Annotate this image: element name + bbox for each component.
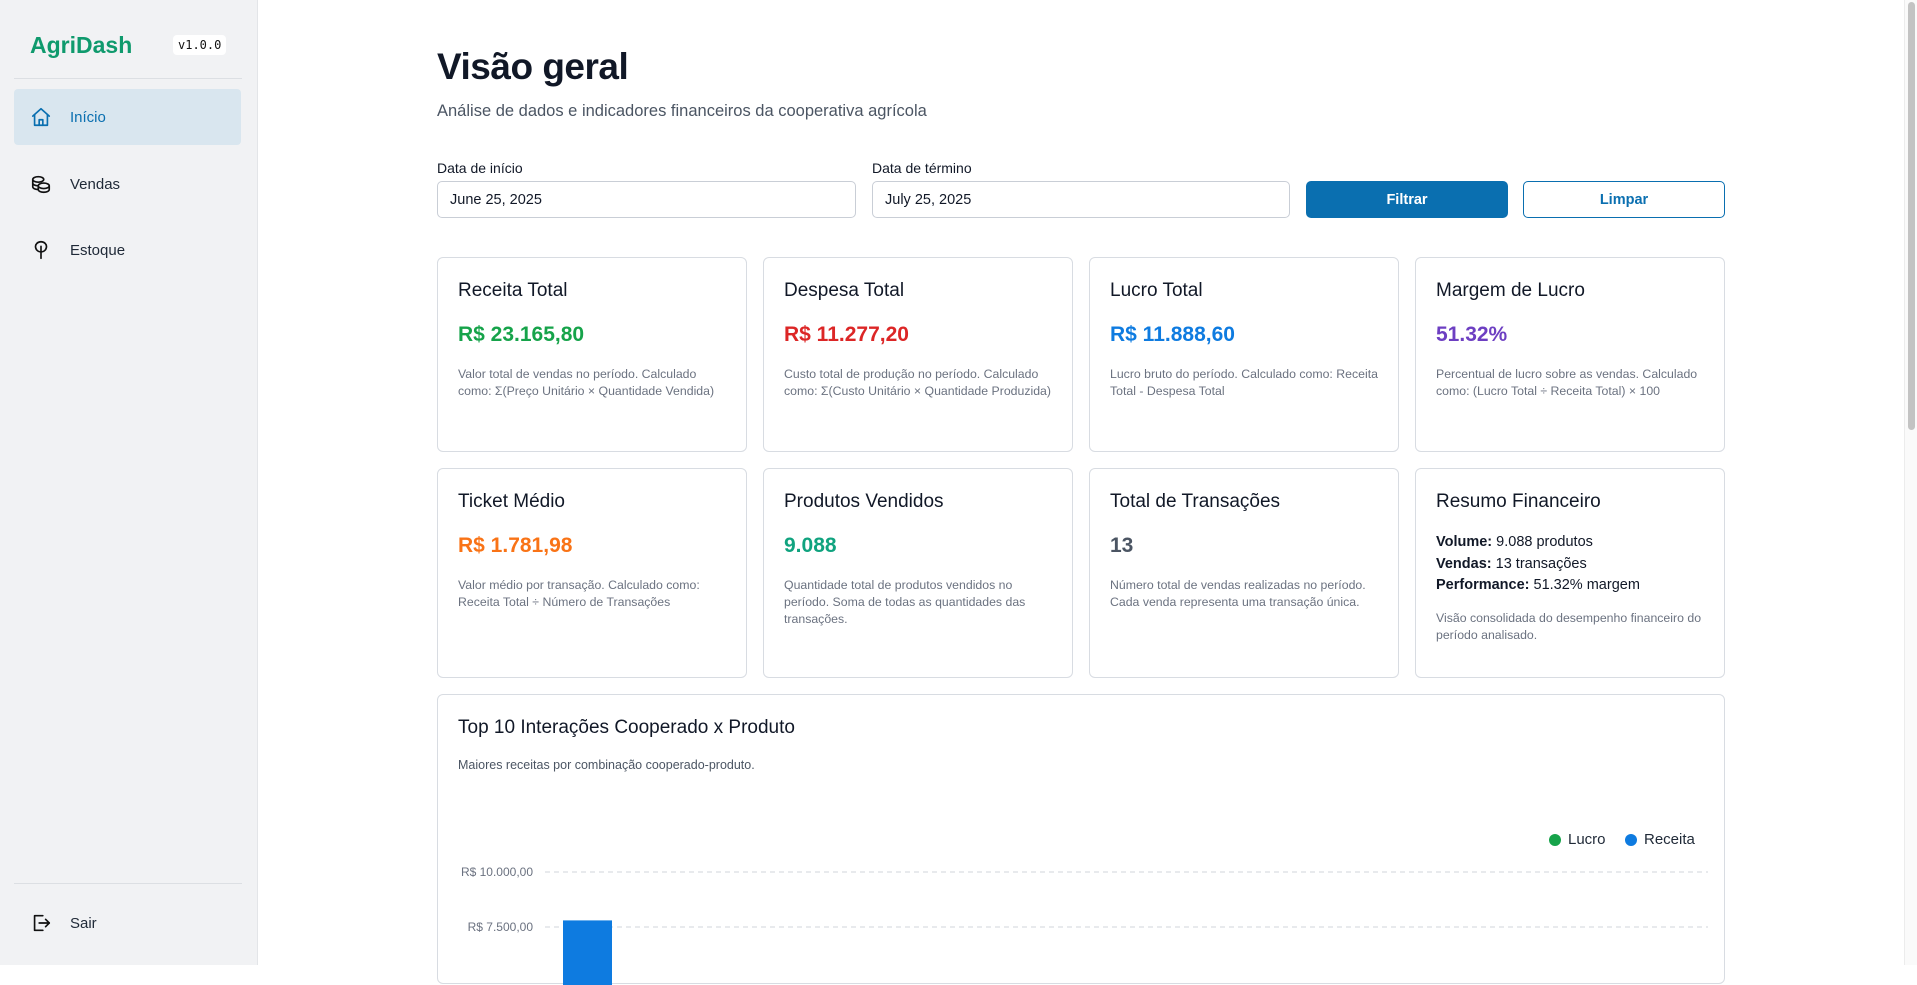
card-title: Total de Transações (1110, 491, 1281, 512)
financial-summary-card: Resumo Financeiro Volume: 9.088 produtos… (1415, 468, 1725, 678)
sidebar: AgriDash v1.0.0 Início Vendas Estoque Sa… (0, 0, 258, 965)
card-value: R$ 11.277,20 (784, 323, 909, 346)
summary-list: Volume: 9.088 produtos Vendas: 13 transa… (1436, 532, 1704, 597)
end-date-input[interactable] (872, 181, 1290, 218)
card-description: Número total de vendas realizadas no per… (1110, 578, 1366, 609)
summary-label: Performance: (1436, 577, 1530, 593)
card-value: R$ 23.165,80 (458, 323, 585, 346)
summary-label: Vendas: (1436, 555, 1492, 572)
card-value: 9.088 (784, 534, 837, 557)
page-scrollbar[interactable] (1904, 0, 1917, 965)
sidebar-divider (14, 883, 242, 884)
card-value: R$ 1.781,98 (458, 534, 573, 557)
start-date-label: Data de início (437, 160, 523, 176)
card-title: Despesa Total (784, 280, 905, 301)
summary-value: 13 transações (1495, 555, 1587, 572)
sidebar-item-label: Estoque (70, 241, 126, 259)
avg-ticket-card: Ticket Médio R$ 1.781,98 Valor médio por… (437, 468, 747, 678)
coins-icon (30, 173, 52, 195)
clear-button[interactable]: Limpar (1523, 181, 1725, 218)
margin-card: Margem de Lucro 51.32% Percentual de luc… (1415, 257, 1725, 452)
profit-card: Lucro Total R$ 11.888,60 Lucro bruto do … (1089, 257, 1399, 452)
logout-button[interactable]: Sair (14, 895, 241, 951)
summary-sales: Vendas: 13 transações (1436, 554, 1704, 576)
version-badge: v1.0.0 (173, 35, 227, 55)
card-title: Ticket Médio (458, 491, 565, 512)
app-logo[interactable]: AgriDash (30, 32, 132, 59)
card-description: Percentual de lucro sobre as vendas. Cal… (1436, 367, 1698, 398)
page-title: Visão geral (437, 46, 629, 87)
card-description: Valor total de vendas no período. Calcul… (458, 367, 715, 398)
end-date-label: Data de término (872, 160, 972, 176)
card-title: Resumo Financeiro (1436, 491, 1601, 512)
card-title: Receita Total (458, 280, 568, 301)
summary-volume: Volume: 9.088 produtos (1436, 532, 1704, 554)
products-sold-card: Produtos Vendidos 9.088 Quantidade total… (763, 468, 1073, 678)
logout-icon (30, 912, 52, 934)
card-title: Produtos Vendidos (784, 491, 944, 512)
card-title: Lucro Total (1110, 280, 1203, 301)
card-value: 13 (1110, 534, 1134, 557)
page-subtitle: Análise de dados e indicadores financeir… (437, 102, 927, 120)
summary-value: 51.32% margem (1533, 577, 1640, 593)
sidebar-divider (14, 78, 242, 79)
card-description: Valor médio por transação. Calculado com… (458, 578, 700, 609)
sidebar-item-label: Início (70, 108, 106, 126)
transactions-card: Total de Transações 13 Número total de v… (1089, 468, 1399, 678)
top-interactions-chart-card: Top 10 Interações Cooperado x Produto Ma… (437, 694, 1725, 985)
summary-label: Volume: (1436, 534, 1493, 550)
bar-chart: R$ 10.000,00 R$ 7.500,00 (461, 865, 1708, 985)
card-description: Quantidade total de produtos vendidos no… (784, 578, 1026, 626)
summary-performance: Performance: 51.32% margem (1436, 575, 1704, 597)
card-description: Custo total de produção no período. Calc… (784, 367, 1051, 398)
card-title: Margem de Lucro (1436, 280, 1585, 301)
card-value: R$ 11.888,60 (1110, 323, 1235, 346)
expense-card: Despesa Total R$ 11.277,20 Custo total d… (763, 257, 1073, 452)
y-tick-label: R$ 7.500,00 (468, 920, 534, 934)
start-date-input[interactable] (437, 181, 856, 218)
sidebar-item-vendas[interactable]: Vendas (14, 156, 241, 212)
y-tick-label: R$ 10.000,00 (461, 865, 533, 879)
card-description: Lucro bruto do período. Calculado como: … (1110, 367, 1378, 398)
sprout-icon (30, 239, 52, 261)
sidebar-item-inicio[interactable]: Início (14, 89, 241, 145)
bar-receita[interactable] (563, 920, 612, 985)
revenue-card: Receita Total R$ 23.165,80 Valor total d… (437, 257, 747, 452)
card-description: Visão consolidada do desempenho financei… (1436, 610, 1702, 642)
sidebar-item-estoque[interactable]: Estoque (14, 222, 241, 278)
summary-value: 9.088 produtos (1496, 534, 1593, 550)
home-icon (30, 106, 52, 128)
card-value: 51.32% (1436, 323, 1508, 346)
scrollbar-thumb[interactable] (1908, 2, 1915, 430)
filter-button[interactable]: Filtrar (1306, 181, 1508, 218)
logout-label: Sair (70, 914, 97, 932)
sidebar-item-label: Vendas (70, 175, 121, 193)
